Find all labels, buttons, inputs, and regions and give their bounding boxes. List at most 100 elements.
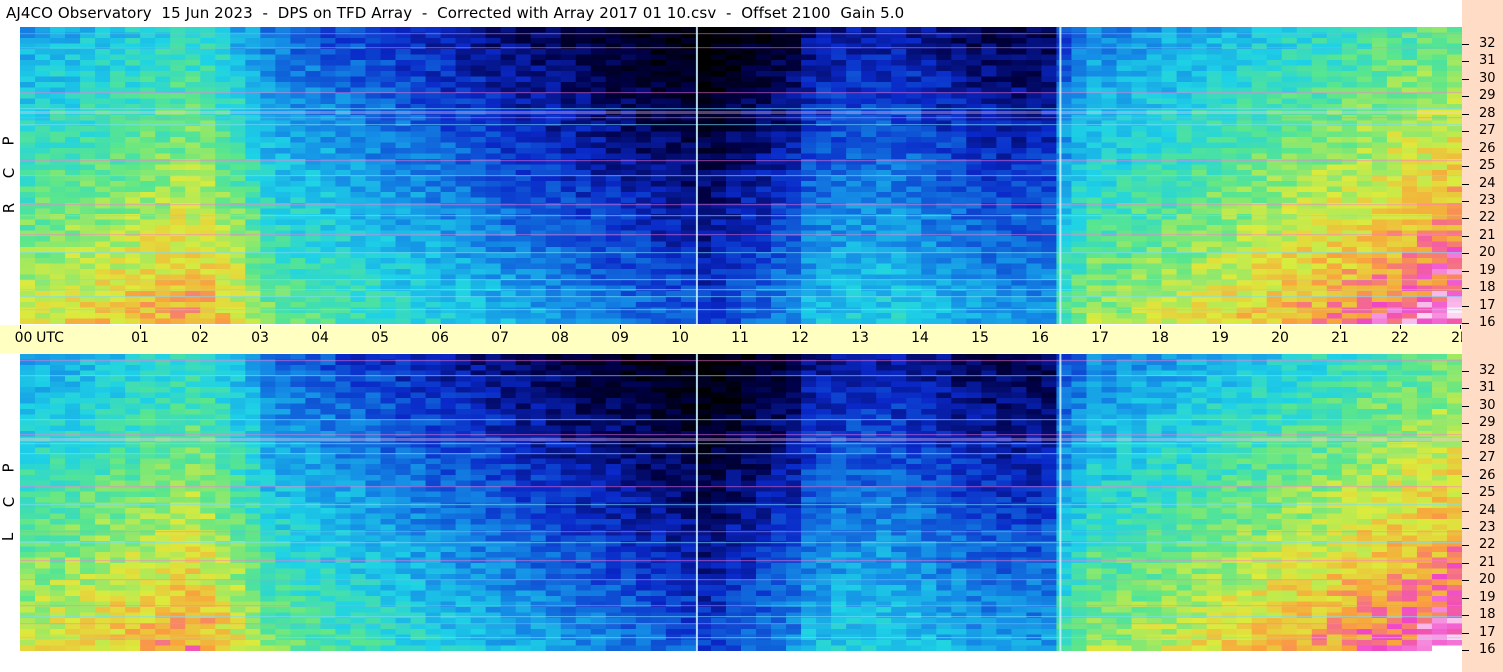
freq-tick-mark: [1462, 61, 1469, 63]
freq-tick-mark: [1462, 288, 1469, 290]
spectrogram-lcp: [20, 354, 1462, 651]
freq-tick-mark: [1462, 235, 1469, 237]
freq-tick-mark: [1462, 545, 1469, 547]
pol-letter: P: [0, 136, 18, 146]
time-tick-mark: [140, 325, 141, 329]
freq-tick-label: 16: [1479, 642, 1496, 658]
time-tick-label: 08: [551, 330, 569, 346]
time-tick-label: 01: [131, 330, 149, 346]
time-tick-label: 07: [491, 330, 509, 346]
freq-tick-mark: [1462, 440, 1469, 442]
freq-tick-label: 24: [1479, 175, 1496, 191]
freq-tick-label: 17: [1479, 297, 1496, 313]
freq-tick-mark: [1462, 405, 1469, 407]
spectrogram-image: [20, 27, 1462, 324]
freq-tick-label: 21: [1479, 227, 1496, 243]
freq-tick-label: 23: [1479, 192, 1496, 208]
freq-tick-mark: [1462, 650, 1469, 652]
pol-letter: C: [0, 167, 19, 179]
freq-tick-label: 26: [1479, 140, 1496, 156]
freq-tick-label: 20: [1479, 572, 1496, 588]
spectrogram-image: [20, 354, 1462, 651]
time-axis: 00 UTC 01 02 03 04 05 06 07 08 09 10 11 12 13 14 15 16 17 1…: [15, 325, 1490, 353]
time-tick-label: 04: [311, 330, 329, 346]
time-tick-mark: [200, 325, 201, 329]
freq-tick-mark: [1462, 527, 1469, 529]
freq-tick-label: 19: [1479, 262, 1496, 278]
freq-tick-mark: [1462, 200, 1469, 202]
time-tick-label: 17: [1091, 330, 1109, 346]
freq-tick-label: 20: [1479, 245, 1496, 261]
freq-tick-mark: [1462, 148, 1469, 150]
freq-tick-mark: [1462, 78, 1469, 80]
freq-tick-mark: [1462, 423, 1469, 425]
freq-tick-label: 23: [1479, 519, 1496, 535]
freq-tick-mark: [1462, 183, 1469, 185]
freq-tick-label: 32: [1479, 362, 1496, 378]
freq-tick-mark: [1462, 131, 1469, 133]
time-tick-mark: [560, 325, 561, 329]
freq-tick-mark: [1462, 370, 1469, 372]
time-tick-label: 11: [731, 330, 749, 346]
freq-tick-label: 30: [1479, 70, 1496, 86]
freq-tick-mark: [1462, 562, 1469, 564]
time-tick-label: 00: [14, 330, 33, 346]
freq-tick-label: 32: [1479, 35, 1496, 51]
time-tick-mark: [680, 325, 681, 329]
time-tick-mark: [500, 325, 501, 329]
freq-tick-label: 31: [1479, 380, 1496, 396]
freq-tick-mark: [1462, 166, 1469, 168]
time-tick-label: 13: [851, 330, 869, 346]
time-tick-label: 03: [251, 330, 269, 346]
freq-tick-label: 18: [1479, 607, 1496, 623]
time-tick-mark: [740, 325, 741, 329]
freq-tick-label: 18: [1479, 280, 1496, 296]
time-tick-label: 21: [1331, 330, 1349, 346]
time-tick-mark: [380, 325, 381, 329]
time-tick-mark: [1040, 325, 1041, 329]
freq-tick-mark: [1462, 305, 1469, 307]
freq-tick-mark: [1462, 493, 1469, 495]
time-tick-mark: [1220, 325, 1221, 329]
time-tick-label: 09: [611, 330, 629, 346]
freq-tick-label: 25: [1479, 485, 1496, 501]
time-tick-label: 15: [971, 330, 989, 346]
time-tick-label: 18: [1151, 330, 1169, 346]
freq-tick-label: 29: [1479, 88, 1496, 104]
time-tick-mark: [1280, 325, 1281, 329]
time-tick-mark: [1340, 325, 1341, 329]
time-tick-label: 22: [1391, 330, 1409, 346]
freq-tick-label: 24: [1479, 502, 1496, 518]
freq-tick-label: 16: [1479, 315, 1496, 331]
freq-tick-label: 30: [1479, 397, 1496, 413]
freq-tick-mark: [1462, 632, 1469, 634]
time-tick-mark: [1400, 325, 1401, 329]
freq-tick-mark: [1462, 615, 1469, 617]
pol-letter: L: [0, 532, 18, 542]
time-tick-label: 14: [911, 330, 929, 346]
time-tick-label: 12: [791, 330, 809, 346]
pol-letter: C: [0, 496, 19, 508]
time-tick-mark: [440, 325, 441, 329]
freq-tick-mark: [1462, 597, 1469, 599]
spectrogram-rcp: [20, 27, 1462, 324]
freq-tick-mark: [1462, 475, 1469, 477]
time-tick-label: UTC: [36, 330, 64, 346]
freq-tick-label: 17: [1479, 624, 1496, 640]
freq-tick-label: 22: [1479, 537, 1496, 553]
freq-tick-label: 27: [1479, 123, 1496, 139]
time-tick-mark: [260, 325, 261, 329]
time-tick-mark: [980, 325, 981, 329]
time-tick-mark: [1160, 325, 1161, 329]
time-tick-mark: [800, 325, 801, 329]
freq-tick-label: 27: [1479, 450, 1496, 466]
freq-tick-mark: [1462, 270, 1469, 272]
freq-tick-mark: [1462, 458, 1469, 460]
time-tick-mark: [20, 325, 21, 329]
freq-tick-label: 22: [1479, 210, 1496, 226]
time-tick-label: 02: [191, 330, 209, 346]
freq-tick-mark: [1462, 388, 1469, 390]
freq-tick-mark: [1462, 96, 1469, 98]
time-tick-mark: [1460, 325, 1461, 329]
freq-tick-label: 28: [1479, 105, 1496, 121]
